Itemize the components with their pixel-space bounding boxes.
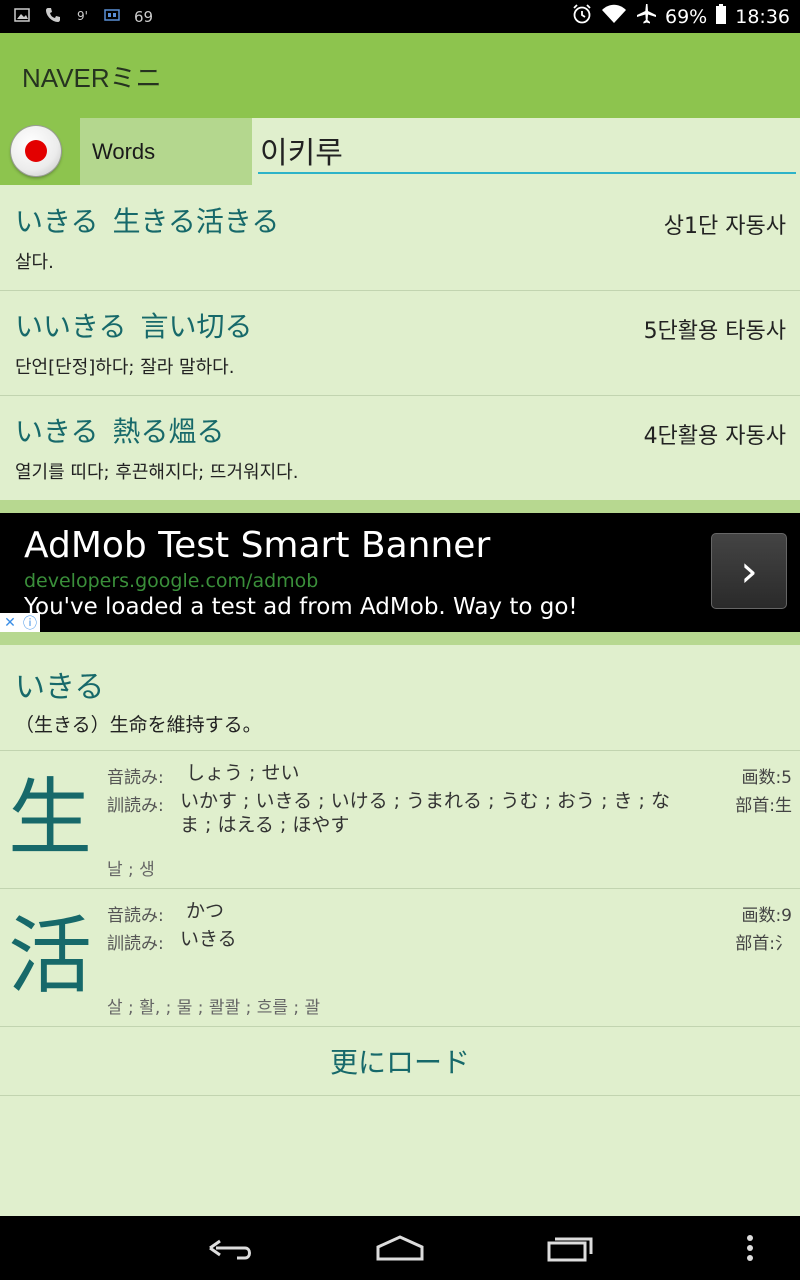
result-definition: 살다. xyxy=(15,252,54,273)
kun-reading-label: 訓読み: xyxy=(107,934,164,954)
detail-reading: いきる xyxy=(15,670,105,705)
search-input[interactable] xyxy=(258,128,796,174)
result-kanji: 生きる活きる xyxy=(112,205,280,238)
load-more-button[interactable]: 更にロード xyxy=(0,1027,800,1096)
status-right: 69% 18:36 xyxy=(571,0,790,33)
cast-icon xyxy=(104,7,120,26)
clock: 18:36 xyxy=(735,5,790,28)
chevron-right-icon: › xyxy=(740,545,758,597)
result-item[interactable]: いきる 生きる活きる 상1단 자동사 살다. xyxy=(0,186,800,291)
result-reading: いいきる xyxy=(15,310,127,343)
radical: 部首:氵 xyxy=(735,934,792,954)
divider-strip xyxy=(0,500,800,513)
record-button[interactable] xyxy=(11,126,61,176)
kanji-entry[interactable]: 生 音読み: しょう ; せい 訓読み: いかす ; いきる ; いける ; う… xyxy=(0,751,800,889)
search-row: Words xyxy=(0,118,800,185)
detail-meaning: （生きる）生命を維持する。 xyxy=(15,714,262,736)
kun-reading: いきる xyxy=(180,928,237,950)
result-definition: 열기를 띠다; 후끈해지다; 뜨거워지다. xyxy=(15,462,299,483)
record-area xyxy=(0,118,80,185)
close-icon[interactable]: ✕ xyxy=(0,613,20,632)
app-title: NAVERミニ xyxy=(22,63,162,93)
ad-text: You've loaded a test ad from AdMob. Way … xyxy=(24,594,578,620)
home-button[interactable] xyxy=(350,1216,450,1280)
battery-percent: 69% xyxy=(665,5,708,28)
on-reading-label: 音読み: xyxy=(107,768,164,788)
search-mode-button[interactable]: Words xyxy=(80,118,252,185)
back-button[interactable] xyxy=(180,1216,280,1280)
battery-icon xyxy=(715,3,727,30)
status-bar: 9' 69 69% 18:36 xyxy=(0,0,800,33)
ad-title: AdMob Test Smart Banner xyxy=(24,525,491,566)
info-icon[interactable]: ⓘ xyxy=(20,613,40,632)
kun-reading: いかす ; いきる ; いける ; うまれる ; うむ ; おう ; き ; な… xyxy=(180,790,670,836)
record-icon xyxy=(25,140,47,162)
on-reading: かつ xyxy=(186,900,225,922)
status-left-value: 69 xyxy=(134,7,154,26)
result-headword: いいきる 言い切る xyxy=(15,305,252,345)
search-mode-label: Words xyxy=(92,139,156,164)
divider-strip xyxy=(0,632,800,645)
ad-open-button[interactable]: › xyxy=(711,533,787,609)
result-part-of-speech: 5단활용 타동사 xyxy=(643,319,786,344)
load-more-label: 更にロード xyxy=(329,1046,470,1079)
recents-icon xyxy=(547,1237,593,1262)
radical: 部首:生 xyxy=(735,796,792,816)
korean-reading: 날 ; 생 xyxy=(107,860,155,880)
app-bar: NAVERミニ xyxy=(0,33,800,118)
signal-icon: 9' xyxy=(76,7,90,26)
ad-url: developers.google.com/admob xyxy=(24,570,319,592)
menu-button[interactable] xyxy=(700,1216,800,1280)
back-icon xyxy=(209,1239,251,1260)
result-definition: 단언[단정]하다; 잘라 말하다. xyxy=(15,357,235,378)
result-headword: いきる 熱る熅る xyxy=(15,410,224,450)
result-kanji: 熱る熅る xyxy=(112,415,225,448)
recents-button[interactable] xyxy=(520,1216,620,1280)
svg-text:9': 9' xyxy=(77,9,88,22)
kanji-character: 活 xyxy=(8,907,93,1005)
korean-reading: 살 ; 활, ; 물 ; 콸콸 ; 흐를 ; 괄 xyxy=(107,998,321,1018)
result-part-of-speech: 4단활용 자동사 xyxy=(643,424,786,449)
airplane-icon xyxy=(635,3,657,30)
phone-icon xyxy=(44,6,62,28)
on-reading: しょう ; せい xyxy=(186,762,300,784)
ad-banner[interactable]: AdMob Test Smart Banner developers.googl… xyxy=(0,513,800,632)
detail-header: いきる （生きる）生命を維持する。 xyxy=(0,646,800,751)
kun-reading-label: 訓読み: xyxy=(107,796,164,816)
menu-icon xyxy=(747,1235,753,1261)
stroke-count: 画数:5 xyxy=(741,768,792,788)
wifi-icon xyxy=(601,4,627,29)
result-item[interactable]: いきる 熱る熅る 4단활용 자동사 열기를 띠다; 후끈해지다; 뜨거워지다. xyxy=(0,396,800,501)
alarm-icon xyxy=(571,3,593,30)
home-icon xyxy=(376,1235,424,1261)
result-item[interactable]: いいきる 言い切る 5단활용 타동사 단언[단정]하다; 잘라 말하다. xyxy=(0,291,800,396)
result-headword: いきる 生きる活きる xyxy=(15,200,279,240)
result-reading: いきる xyxy=(15,205,99,238)
status-left: 9' 69 xyxy=(14,0,153,33)
image-icon xyxy=(14,7,30,26)
result-part-of-speech: 상1단 자동사 xyxy=(663,214,786,239)
stroke-count: 画数:9 xyxy=(741,906,792,926)
result-kanji: 言い切る xyxy=(140,310,253,343)
kanji-entry[interactable]: 活 音読み: かつ 訓読み: いきる 画数:9 部首:氵 살 ; 활, ; 물 … xyxy=(0,889,800,1027)
navigation-bar xyxy=(0,1216,800,1280)
kanji-character: 生 xyxy=(8,769,93,867)
ad-choices-badge[interactable]: ✕ ⓘ xyxy=(0,613,40,632)
result-reading: いきる xyxy=(15,415,99,448)
on-reading-label: 音読み: xyxy=(107,906,164,926)
